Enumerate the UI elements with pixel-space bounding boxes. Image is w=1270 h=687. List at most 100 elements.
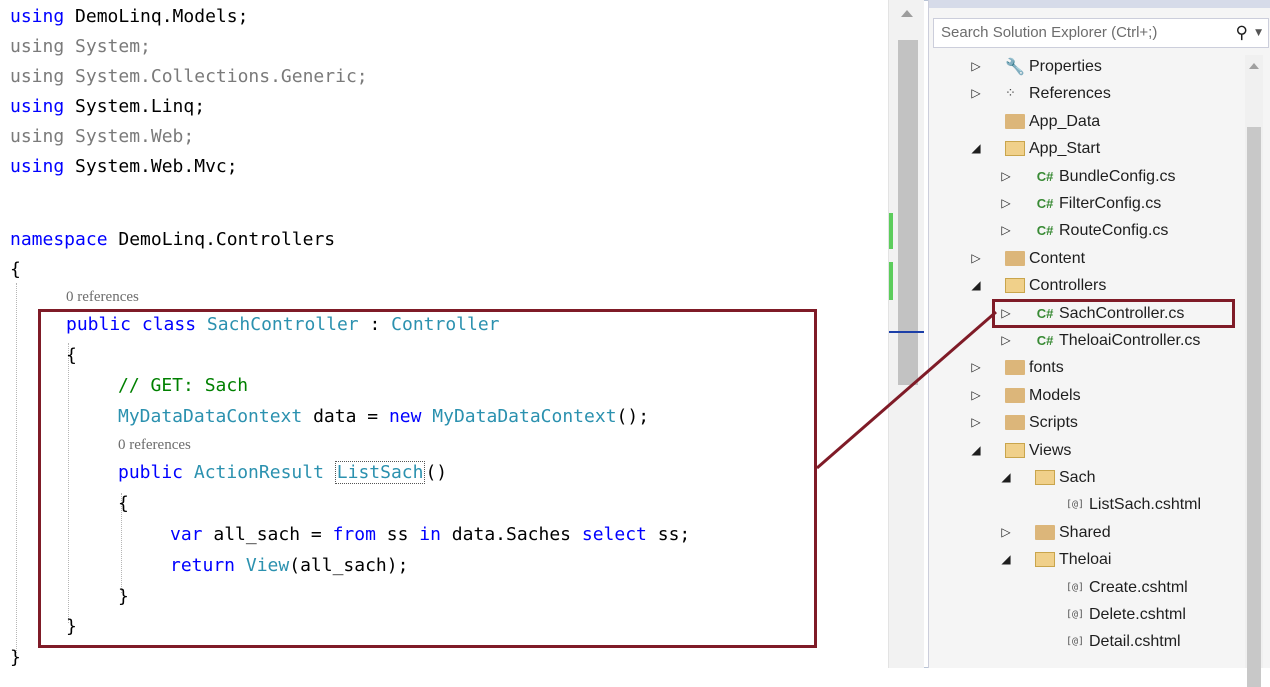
collapse-arrow-icon[interactable]: ◢ [969, 135, 983, 162]
expand-arrow-icon[interactable]: ▷ [969, 80, 983, 107]
using-directive[interactable]: using System; [10, 33, 151, 61]
tree-item-app-data[interactable]: App_Data [969, 108, 1229, 135]
tree-item-routeconfig-cs[interactable]: ▷ C# RouteConfig.cs [999, 217, 1229, 244]
using-namespace: System.Collections.Generic; [64, 66, 368, 87]
csharp-file-icon: C# [1036, 168, 1054, 184]
indent-guide [16, 283, 17, 653]
tree-scroll-up-arrow-icon[interactable] [1249, 63, 1259, 69]
folder-icon [1035, 524, 1055, 540]
tree-item-label: References [1029, 85, 1111, 103]
using-namespace: System; [64, 36, 151, 57]
tree-item-label: Delete.cshtml [1089, 606, 1186, 623]
using-keyword: using [10, 66, 65, 87]
csharp-file-icon: C# [1036, 196, 1054, 211]
tree-item-delete-cshtml[interactable]: [@] Delete.cshtml [1029, 601, 1229, 628]
using-directive[interactable]: using System.Collections.Generic; [10, 63, 368, 91]
search-options-dropdown-icon[interactable]: ▼ [1255, 28, 1262, 38]
collapse-arrow-icon[interactable]: ◢ [999, 546, 1013, 573]
namespace-keyword: namespace [10, 229, 108, 250]
tree-item-theloai[interactable]: ◢ Theloai [999, 546, 1229, 573]
expand-arrow-icon[interactable]: ▷ [969, 354, 983, 381]
tree-item-sach[interactable]: ◢ Sach [999, 464, 1229, 491]
tree-item-bundleconfig-cs[interactable]: ▷ C# BundleConfig.cs [999, 163, 1229, 190]
editor-scroll-thumb[interactable] [898, 40, 918, 385]
expand-arrow-icon[interactable]: ▷ [969, 382, 983, 409]
using-namespace: System.Linq; [64, 96, 206, 117]
tree-item-label: BundleConfig.cs [1059, 167, 1176, 185]
using-namespace: System.Web; [64, 126, 195, 147]
collapse-arrow-icon[interactable]: ◢ [999, 464, 1013, 491]
change-marker [889, 262, 893, 300]
tree-item-filterconfig-cs[interactable]: ▷ C# FilterConfig.cs [999, 190, 1229, 217]
tree-item-label: fonts [1029, 359, 1064, 377]
tree-item-label: Detail.cshtml [1089, 633, 1181, 651]
codelens-class-references[interactable]: 0 references [66, 287, 139, 307]
folder-open-icon [1005, 442, 1025, 458]
search-icon[interactable]: ⚲ [1236, 23, 1248, 43]
namespace-declaration[interactable]: namespace DemoLinq.Controllers [10, 226, 335, 254]
using-keyword: using [10, 96, 65, 117]
tree-item-theloaicontroller-cs[interactable]: ▷ C# TheloaiController.cs [999, 327, 1229, 354]
expand-arrow-icon[interactable]: ▷ [999, 327, 1013, 354]
razor-file-icon: [@] [1065, 499, 1085, 511]
using-keyword: using [10, 126, 65, 147]
tree-item-label: TheloaiController.cs [1059, 332, 1201, 349]
expand-arrow-icon[interactable]: ▷ [999, 190, 1013, 217]
expand-arrow-icon[interactable]: ▷ [969, 245, 983, 272]
tree-item-label: App_Start [1029, 140, 1101, 158]
tree-item-label: Content [1029, 249, 1086, 267]
expand-arrow-icon[interactable]: ▷ [999, 217, 1013, 244]
tree-item-label: FilterConfig.cs [1059, 195, 1162, 212]
using-directive[interactable]: using System.Web.Mvc; [10, 153, 238, 181]
tree-item-models[interactable]: ▷ Models [969, 382, 1229, 409]
scroll-up-arrow-icon[interactable] [901, 10, 913, 17]
tree-item-label: Shared [1059, 523, 1111, 541]
tree-item-content[interactable]: ▷ Content [969, 245, 1229, 272]
expand-arrow-icon[interactable]: ▷ [999, 519, 1013, 546]
csharp-file-icon: C# [1036, 333, 1054, 348]
collapse-arrow-icon[interactable]: ◢ [969, 272, 983, 299]
tree-item-detail-cshtml[interactable]: [@] Detail.cshtml [1029, 628, 1229, 655]
folder-open-icon [1035, 552, 1055, 568]
expand-arrow-icon[interactable]: ▷ [999, 163, 1013, 190]
razor-file-icon: [@] [1065, 636, 1085, 648]
tree-item-label: Controllers [1029, 277, 1107, 295]
tree-item-scripts[interactable]: ▷ Scripts [969, 409, 1229, 436]
search-placeholder: Search Solution Explorer (Ctrl+;) [941, 24, 1158, 41]
tree-item-label: Views [1029, 441, 1072, 459]
razor-file-icon: [@] [1065, 609, 1085, 620]
editor-scrollbar[interactable] [888, 0, 924, 668]
namespace-open-brace[interactable]: { [10, 256, 21, 284]
expand-arrow-icon[interactable]: ▷ [969, 53, 983, 80]
using-directive[interactable]: using System.Web; [10, 123, 194, 151]
namespace-name: DemoLinq.Controllers [107, 229, 336, 250]
folder-open-icon [1035, 470, 1055, 485]
csharp-file-icon: C# [1036, 223, 1054, 239]
using-directive[interactable]: using System.Linq; [10, 93, 205, 121]
solution-explorer-header-strip [929, 0, 1270, 8]
using-keyword: using [10, 36, 65, 57]
tree-item-views[interactable]: ◢ Views [969, 437, 1229, 464]
highlight-box-code [38, 309, 817, 648]
tree-item-fonts[interactable]: ▷ fonts [969, 354, 1229, 381]
tree-item-references[interactable]: ▷ ⁘ References [969, 80, 1229, 107]
folder-open-icon [1005, 141, 1025, 157]
folder-icon [1005, 415, 1025, 431]
tree-item-shared[interactable]: ▷ Shared [999, 519, 1229, 546]
using-directive[interactable]: using DemoLinq.Models; [10, 3, 248, 31]
tree-item-app-start[interactable]: ◢ App_Start [969, 135, 1229, 162]
tree-item-label: Create.cshtml [1089, 578, 1188, 596]
tree-scrollbar[interactable] [1245, 55, 1263, 687]
change-marker [889, 213, 893, 249]
tree-item-listsach-cshtml[interactable]: [@] ListSach.cshtml [1029, 491, 1229, 518]
razor-file-icon: [@] [1065, 581, 1085, 593]
tree-scroll-thumb[interactable] [1247, 127, 1261, 687]
folder-open-icon [1005, 278, 1025, 294]
tree-item-create-cshtml[interactable]: [@] Create.cshtml [1029, 574, 1229, 601]
solution-explorer-search-input[interactable]: Search Solution Explorer (Ctrl+;) ⚲ ▼ [933, 18, 1269, 48]
collapse-arrow-icon[interactable]: ◢ [969, 437, 983, 464]
tree-item-label: Scripts [1029, 414, 1078, 432]
tree-item-properties[interactable]: ▷ 🔧 Properties [969, 53, 1229, 80]
tree-item-controllers[interactable]: ◢ Controllers [969, 272, 1229, 299]
expand-arrow-icon[interactable]: ▷ [969, 409, 983, 436]
